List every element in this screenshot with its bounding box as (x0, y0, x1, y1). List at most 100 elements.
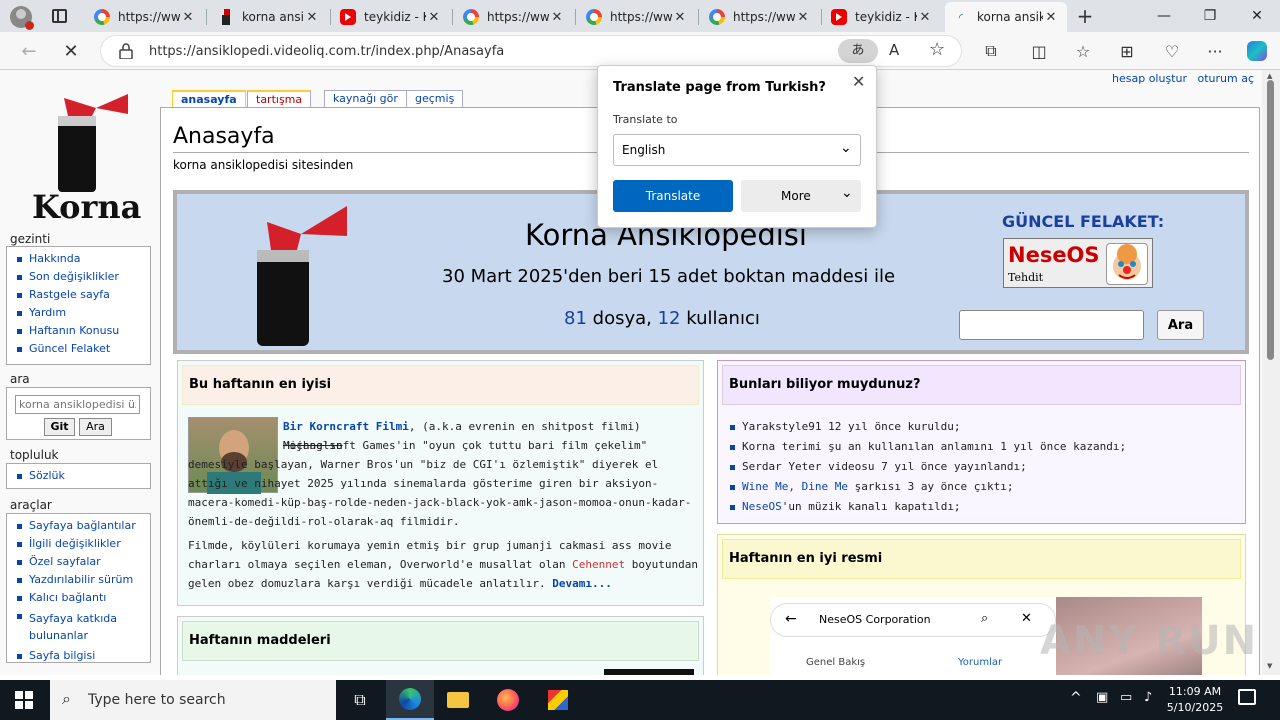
read-more-link[interactable]: Devamı... (552, 577, 612, 590)
task-view-icon[interactable]: ⧉ (336, 680, 384, 720)
tool-katkida-bulunanlar[interactable]: Sayfaya katkıda bulunanlar (7, 607, 150, 647)
read-aloud-icon[interactable]: A (889, 41, 899, 59)
google-icon (709, 9, 725, 25)
tab-1[interactable]: https://www✕ (86, 2, 204, 32)
browser-essentials-icon[interactable]: ♡ (1157, 36, 1187, 66)
tab-5[interactable]: https://www✕ (578, 2, 696, 32)
tray-network-icon[interactable]: ▣ (1096, 690, 1108, 705)
create-account-link[interactable]: hesap oluştur (1112, 72, 1187, 85)
close-icon[interactable]: ✕ (795, 10, 811, 25)
ara-button[interactable]: Ara (79, 418, 112, 436)
tab-kaynagi-gor[interactable]: kaynağı gör (324, 90, 407, 107)
banner-search-button[interactable]: Ara (1157, 310, 1204, 340)
tab-2[interactable]: korna ansik ✕ (210, 2, 328, 32)
sidebar-search-input[interactable] (15, 395, 140, 414)
fact-item: Wine Me, Dine Me şarkısı 3 ay önce çıktı… (728, 477, 1238, 497)
file-count[interactable]: 81 (564, 308, 587, 329)
banner-search-input[interactable] (959, 310, 1144, 340)
scroll-up-icon[interactable]: ▲ (1267, 72, 1272, 80)
favorites-icon[interactable]: ☆ (1068, 36, 1098, 66)
login-link[interactable]: oturum aç (1198, 72, 1255, 85)
neseos-title: NeseOS (1008, 243, 1100, 267)
git-button[interactable]: Git (44, 418, 75, 436)
translate-button[interactable]: Translate (613, 180, 733, 212)
tab-7[interactable]: teykidiz - K ✕ (823, 2, 941, 32)
site-logo[interactable]: Korna (8, 76, 148, 226)
close-icon[interactable]: ✕ (426, 10, 442, 25)
google-icon (586, 9, 602, 25)
tool-ilgili-degisiklikler[interactable]: İlgili değişiklikler (7, 535, 150, 553)
edge-icon[interactable] (386, 680, 434, 720)
tab-6[interactable]: https://www✕ (701, 2, 819, 32)
nav-guncel-felaket[interactable]: Güncel Felaket (7, 340, 150, 358)
close-icon[interactable]: ✕ (180, 10, 196, 25)
clock[interactable]: 11:09 AM 5/10/2025 (1166, 684, 1224, 716)
restore-button[interactable]: ❐ (1187, 0, 1233, 32)
tab-tartisma[interactable]: tartışma (247, 90, 312, 107)
nav-rastgele-sayfa[interactable]: Rastgele sayfa (7, 286, 150, 304)
tool-sayfa-bilgisi[interactable]: Sayfa bilgisi (7, 647, 150, 665)
split-screen-icon[interactable]: ◫ (1024, 36, 1054, 66)
close-icon[interactable]: ✕ (304, 10, 320, 25)
taskbar-search[interactable]: ⌕ Type here to search (50, 680, 336, 720)
tab-actions-icon[interactable] (52, 9, 67, 23)
nav-sozluk[interactable]: Sözlük (7, 467, 150, 485)
tool-yazdirilabilir-surum[interactable]: Yazdırılabilir sürüm (7, 571, 150, 589)
collections-icon[interactable]: ⊞ (1112, 36, 1142, 66)
page-scrollbar[interactable]: ▲ ▼ (1262, 70, 1280, 675)
tab-8-active[interactable]: ◜ korna ansik ✕ (945, 2, 1067, 32)
translate-icon[interactable]: あ (838, 39, 878, 63)
scrollbar-thumb[interactable] (1267, 80, 1274, 360)
article-thumbnail[interactable] (604, 669, 694, 675)
language-select[interactable]: English ⌄ (613, 134, 861, 166)
close-icon[interactable]: ✕ (549, 10, 565, 25)
neseos-badge[interactable]: NeseOS Tehdit (1003, 238, 1153, 288)
tray-display-icon[interactable]: ▭ (1120, 690, 1132, 705)
tool-sayfaya-baglantilar[interactable]: Sayfaya bağlantılar (7, 517, 150, 535)
app-icon[interactable] (534, 680, 582, 720)
new-tab-button[interactable]: + (1072, 4, 1098, 28)
more-button[interactable]: More ⌄ (741, 180, 861, 212)
close-icon[interactable]: ✕ (917, 10, 933, 25)
cehennet-link[interactable]: Cehennet (572, 558, 625, 571)
nav-haftanin-konusu[interactable]: Haftanın Konusu (7, 322, 150, 340)
nav-yardim[interactable]: Yardım (7, 304, 150, 322)
nav-son-degisiklikler[interactable]: Son değişiklikler (7, 268, 150, 286)
neseos-link[interactable]: NeseOS (742, 500, 782, 513)
tab-gecmis[interactable]: geçmiş (406, 90, 464, 107)
tray-chevron-icon[interactable]: ^ (1070, 690, 1082, 706)
minimize-button[interactable]: — (1141, 0, 1187, 32)
best-of-week-body: Michaelsoft Games'in "oyun çok tuttu bar… (188, 436, 698, 531)
picture-tab-1: Genel Bakış (806, 657, 866, 668)
copilot-icon[interactable] (1242, 36, 1272, 66)
profile-icon[interactable] (10, 6, 34, 30)
notification-icon[interactable] (1238, 689, 1256, 705)
wine-me-link[interactable]: Wine Me, Dine Me (742, 480, 848, 493)
tool-ozel-sayfalar[interactable]: Özel sayfalar (7, 553, 150, 571)
extensions-icon[interactable]: ⧉ (976, 36, 1006, 66)
fact-text: Serdar Yeter videosu 7 yıl önce yayınlan… (742, 460, 1027, 473)
tab-4[interactable]: https://www✕ (455, 2, 573, 32)
close-icon[interactable]: ✕ (672, 10, 688, 25)
scroll-down-icon[interactable]: ▼ (1267, 662, 1272, 670)
picture-searchbar: ← NeseOS Corporation ⌕ ✕ (770, 603, 1056, 637)
tray-volume-icon[interactable]: ♪ (1144, 690, 1152, 705)
close-window-button[interactable]: ✕ (1234, 0, 1280, 32)
start-button[interactable] (0, 680, 48, 720)
favorite-star-icon[interactable]: ☆ (929, 39, 945, 60)
back-button[interactable]: ← (14, 36, 44, 66)
firefox-icon[interactable] (484, 680, 532, 720)
user-count[interactable]: 12 (658, 308, 681, 329)
fact-text: şarkısı 3 ay önce çıktı; (847, 480, 1014, 493)
stop-button[interactable]: ✕ (56, 36, 86, 66)
film-link[interactable]: Bir Korncraft Filmi (283, 420, 409, 433)
address-bar[interactable]: https://ansiklopedi.videoliq.com.tr/inde… (100, 35, 962, 67)
nav-hakkinda[interactable]: Hakkında (7, 250, 150, 268)
file-explorer-icon[interactable] (434, 680, 482, 720)
tool-kalici-baglanti[interactable]: Kalıcı bağlantı (7, 589, 150, 607)
tab-anasayfa[interactable]: anasayfa (172, 90, 246, 107)
tab-3[interactable]: teykidiz - K ✕ (332, 2, 450, 32)
settings-more-icon[interactable]: ··· (1200, 36, 1230, 66)
close-icon[interactable]: ✕ (852, 72, 865, 91)
close-icon[interactable]: ✕ (1043, 10, 1059, 25)
